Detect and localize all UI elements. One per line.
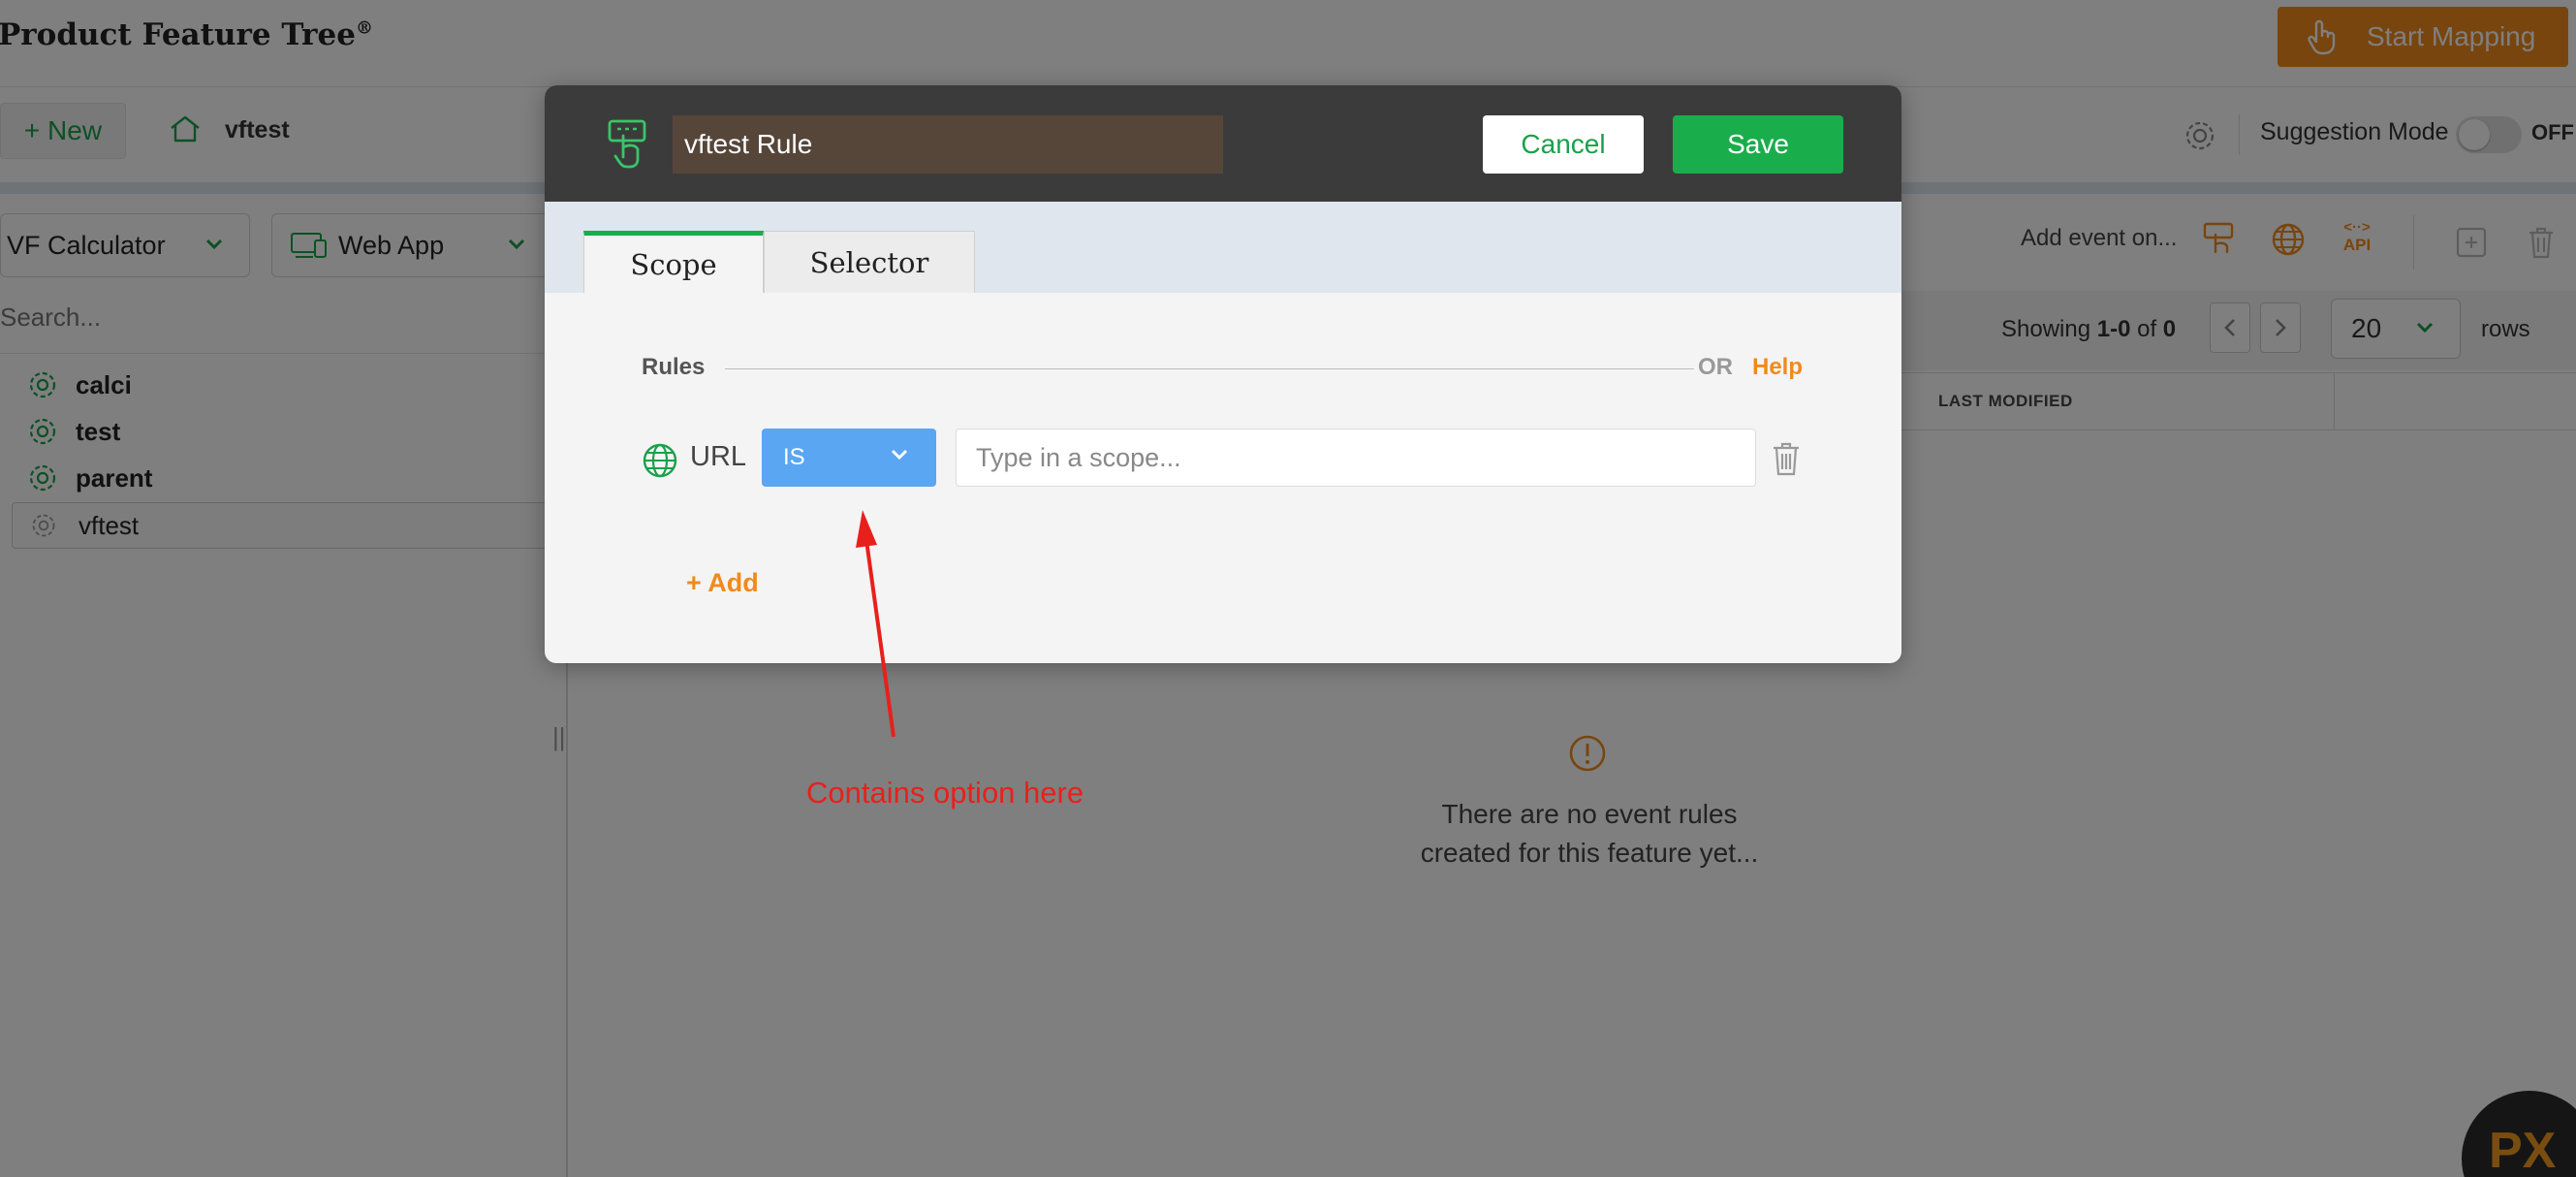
rules-divider xyxy=(725,368,1694,369)
scope-input[interactable] xyxy=(956,429,1756,487)
tab-scope[interactable]: Scope xyxy=(583,231,764,293)
annotation-arrow xyxy=(856,510,895,738)
globe-icon xyxy=(643,443,677,478)
operator-select[interactable]: IS xyxy=(762,429,936,487)
save-button[interactable]: Save xyxy=(1673,115,1843,174)
operator-value: IS xyxy=(783,444,805,470)
tab-selector[interactable]: Selector xyxy=(764,231,975,293)
element-click-icon xyxy=(608,119,646,169)
cancel-button[interactable]: Cancel xyxy=(1483,115,1644,174)
rule-field-label: URL xyxy=(690,441,747,472)
rule-name-input[interactable] xyxy=(673,115,1223,174)
add-rule-link[interactable]: + Add xyxy=(686,568,759,598)
trash-icon[interactable] xyxy=(1770,440,1803,477)
rule-modal: Cancel Save Scope Selector Rules OR Help… xyxy=(545,85,1901,663)
or-label: OR xyxy=(1698,354,1733,380)
modal-header: Cancel Save xyxy=(545,85,1901,202)
chevron-down-icon xyxy=(891,449,908,461)
help-link[interactable]: Help xyxy=(1752,354,1803,381)
modal-tabs: Scope Selector xyxy=(545,202,1901,293)
rules-heading: Rules xyxy=(642,354,706,380)
annotation-text: Contains option here xyxy=(806,776,1084,810)
